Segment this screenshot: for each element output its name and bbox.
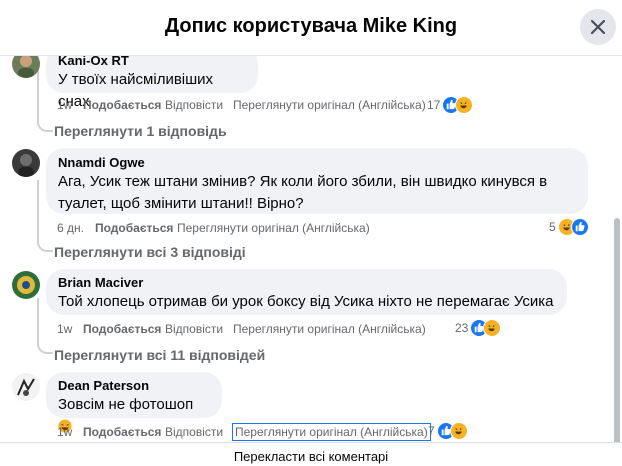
like-button[interactable]: Подобається <box>95 220 173 236</box>
view-replies-link[interactable]: Переглянути 1 відповідь <box>54 122 227 140</box>
comment-time[interactable]: 1w <box>57 321 72 337</box>
see-original-link[interactable]: Переглянути оригінал (Англійська) <box>177 220 370 236</box>
see-original-link[interactable]: Переглянути оригінал (Англійська) <box>233 321 426 337</box>
reaction-summary[interactable]: 5 <box>549 218 589 236</box>
comment-author[interactable]: Dean Paterson <box>58 377 210 394</box>
view-replies-link[interactable]: Переглянути всі 3 відповіді <box>54 243 246 261</box>
dialog-title: Допис користувача Mike King <box>164 15 458 37</box>
translate-all-link[interactable]: Перекласти всі коментарі <box>0 449 622 464</box>
reply-button[interactable]: Відповісти <box>165 97 223 113</box>
see-original-link[interactable]: Переглянути оригінал (Англійська) <box>233 97 426 113</box>
thread-curve <box>37 120 53 132</box>
see-original-link[interactable]: Переглянути оригінал (Англійська) <box>232 423 431 441</box>
avatar[interactable] <box>12 373 40 401</box>
view-replies-link[interactable]: Переглянути всі 11 відповідей <box>54 346 265 364</box>
reply-button[interactable]: Відповісти <box>165 424 223 440</box>
close-icon <box>591 20 605 34</box>
reaction-summary[interactable]: 7 <box>428 422 468 440</box>
haha-icon <box>455 96 474 114</box>
comment-actions: 1w Подобається Відповісти Переглянути ор… <box>57 321 426 337</box>
thread-line <box>37 180 39 244</box>
comment-bubble: Dean Paterson Зовсім не фотошоп <box>46 372 222 433</box>
comment-actions: 1w Подобається Відповісти Переглянути ор… <box>57 97 426 113</box>
reaction-count: 17 <box>427 98 441 112</box>
haha-icon <box>449 422 468 440</box>
comment-time[interactable]: 1w <box>57 97 72 113</box>
comment-author[interactable]: Nnamdi Ogwe <box>58 154 576 171</box>
scrollbar-thumb[interactable] <box>614 218 620 446</box>
reaction-summary[interactable]: 17 <box>427 96 474 114</box>
comment-bubble: Brian Maciver Той хлопець отримав би уро… <box>46 269 567 315</box>
avatar[interactable] <box>12 149 40 177</box>
comment-text-line: туалет, щоб змінити штани!! Вірно? <box>58 195 304 212</box>
comment-author[interactable]: Brian Maciver <box>58 274 555 291</box>
reaction-count: 23 <box>455 321 469 335</box>
comment-time[interactable]: 1w <box>57 424 72 440</box>
comment-actions: 1w Подобається Відповісти Переглянути ор… <box>57 423 431 441</box>
comment-text-content: Зовсім не фотошоп <box>58 396 194 413</box>
thread-curve <box>37 240 53 252</box>
like-button[interactable]: Подобається <box>83 321 161 337</box>
comment-time[interactable]: 6 дн. <box>57 220 84 236</box>
comment-text-line: Ага, Усик теж штани змінив? Як коли його… <box>58 173 548 190</box>
reaction-count: 7 <box>428 424 435 438</box>
like-icon <box>570 218 589 236</box>
reaction-summary[interactable]: 23 <box>455 319 502 337</box>
dialog-footer: Перекласти всі коментарі <box>0 442 622 466</box>
avatar[interactable] <box>12 271 40 299</box>
haha-icon <box>483 319 502 337</box>
thread-curve <box>37 342 53 354</box>
comment-bubble: Nnamdi Ogwe Ага, Усик теж штани змінив? … <box>46 148 588 214</box>
dialog-header: Допис користувача Mike King <box>0 0 622 56</box>
thread-line <box>37 298 39 346</box>
like-button[interactable]: Подобається <box>83 97 161 113</box>
reply-button[interactable]: Відповісти <box>165 321 223 337</box>
comment-text: Той хлопець отримав би урок боксу від Ус… <box>58 293 554 310</box>
like-button[interactable]: Подобається <box>83 424 161 440</box>
reaction-count: 5 <box>549 220 556 234</box>
comment-actions: 6 дн. Подобається Переглянути оригінал (… <box>57 220 437 236</box>
close-button[interactable] <box>580 9 616 45</box>
